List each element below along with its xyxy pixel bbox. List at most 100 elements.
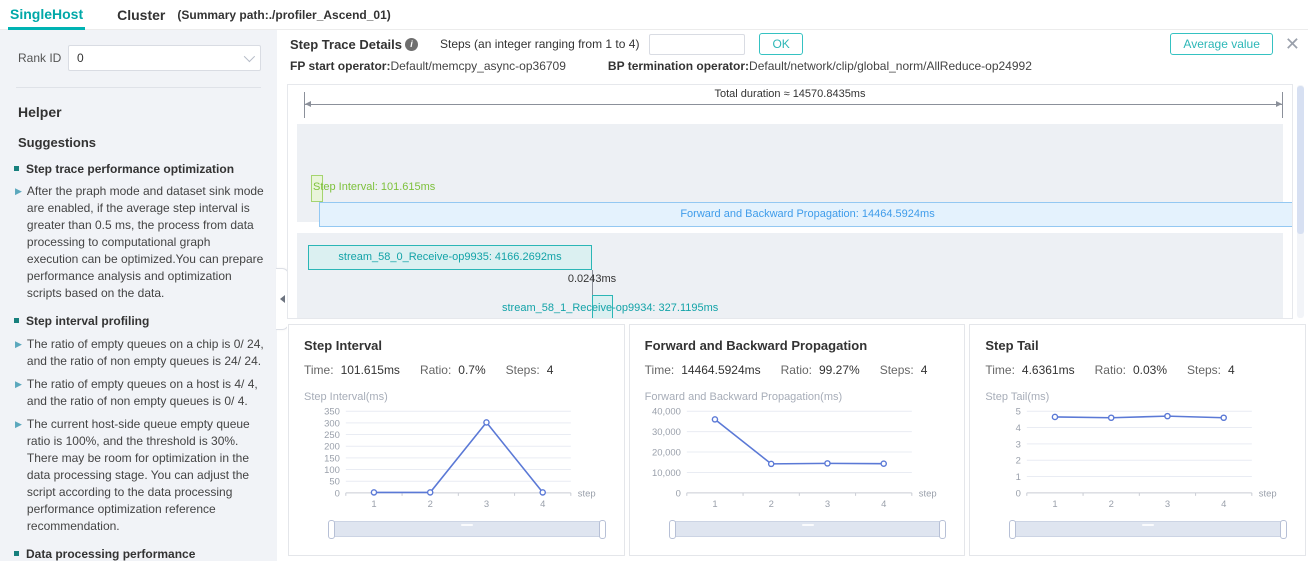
card-title: Step Interval bbox=[304, 338, 609, 353]
datazoom-slider[interactable] bbox=[331, 521, 603, 537]
steps-label: Steps: bbox=[1187, 363, 1221, 377]
svg-text:0: 0 bbox=[675, 488, 680, 499]
svg-text:2: 2 bbox=[428, 499, 433, 510]
sidebar-divider bbox=[16, 87, 261, 88]
ratio-label: Ratio: bbox=[1095, 363, 1126, 377]
collapse-left-arrow-icon bbox=[280, 295, 285, 303]
svg-text:1: 1 bbox=[1053, 499, 1058, 510]
svg-text:0: 0 bbox=[335, 488, 340, 499]
average-value-button[interactable]: Average value bbox=[1170, 33, 1273, 55]
info-icon[interactable]: i bbox=[405, 38, 418, 51]
svg-text:40,000: 40,000 bbox=[652, 407, 681, 418]
helper-title: Helper bbox=[18, 104, 259, 120]
tab-cluster[interactable]: Cluster bbox=[117, 7, 165, 23]
svg-text:300: 300 bbox=[324, 418, 340, 429]
step-interval-card: Step Interval Time:101.615ms Ratio:0.7% … bbox=[288, 324, 625, 556]
top-tab-bar: SingleHost Cluster (Summary path:./profi… bbox=[0, 0, 1308, 30]
page-title: Step Trace Details bbox=[290, 37, 402, 52]
ratio-label: Ratio: bbox=[420, 363, 451, 377]
suggestions-title: Suggestions bbox=[18, 135, 259, 150]
svg-text:200: 200 bbox=[324, 442, 340, 453]
steps-label: Steps: bbox=[880, 363, 914, 377]
steps-value: 4 bbox=[547, 363, 554, 377]
gap-duration-label: 0.0243ms bbox=[546, 273, 638, 285]
suggestion-item: ▶After the praph mode and dataset sink m… bbox=[14, 183, 265, 302]
datazoom-slider[interactable] bbox=[672, 521, 944, 537]
ratio-label: Ratio: bbox=[781, 363, 812, 377]
rank-id-row: Rank ID 0 bbox=[18, 45, 261, 71]
suggestion-section-title: Step trace performance optimization bbox=[26, 161, 234, 177]
suggestion-item: ▶The current host-side queue empty queue… bbox=[14, 416, 265, 535]
svg-text:5: 5 bbox=[1016, 407, 1021, 418]
arrow-right-icon bbox=[1276, 101, 1282, 107]
time-label: Time: bbox=[304, 363, 334, 377]
svg-text:0: 0 bbox=[1016, 488, 1021, 499]
steps-value: 4 bbox=[921, 363, 928, 377]
stream-receive-op9934-label: stream_58_1_Receive-op9934: 327.1195ms bbox=[502, 302, 702, 314]
rank-id-select[interactable]: 0 bbox=[68, 45, 261, 71]
step-interval-segment-label: Step Interval: 101.615ms bbox=[313, 181, 435, 193]
square-bullet-icon bbox=[14, 318, 19, 323]
time-value: 101.615ms bbox=[341, 363, 400, 377]
svg-text:50: 50 bbox=[329, 477, 340, 488]
datazoom-right-handle[interactable] bbox=[1280, 520, 1287, 539]
svg-text:3: 3 bbox=[1016, 439, 1021, 450]
timeline-scrollbar[interactable] bbox=[1297, 85, 1304, 318]
svg-text:4: 4 bbox=[540, 499, 545, 510]
card-stats: Time:101.615ms Ratio:0.7% Steps:4 bbox=[304, 363, 609, 377]
tab-singlehost[interactable]: SingleHost bbox=[10, 0, 83, 30]
suggestion-section-title: Step interval profiling bbox=[26, 313, 149, 329]
operator-info-row: FP start operator:Default/memcpy_async-o… bbox=[290, 59, 1032, 75]
datazoom-left-handle[interactable] bbox=[669, 520, 676, 539]
suggestion-item: ▶The ratio of empty queues on a host is … bbox=[14, 376, 265, 410]
timeline-scrollbar-thumb[interactable] bbox=[1297, 86, 1304, 234]
bp-termination-operator-value: Default/network/clip/global_norm/AllRedu… bbox=[749, 59, 1032, 73]
datazoom-left-handle[interactable] bbox=[328, 520, 335, 539]
datazoom-slider[interactable] bbox=[1012, 521, 1284, 537]
steps-input[interactable] bbox=[649, 34, 745, 55]
step-tail-card: Step Tail Time:4.6361ms Ratio:0.03% Step… bbox=[969, 324, 1306, 556]
datazoom-grip bbox=[1142, 524, 1154, 526]
svg-text:1: 1 bbox=[712, 499, 717, 510]
fbp-chart: 010,00020,00030,00040,0001234step bbox=[645, 405, 950, 521]
steps-label: Steps: bbox=[506, 363, 540, 377]
datazoom-left-handle[interactable] bbox=[1009, 520, 1016, 539]
svg-text:step: step bbox=[918, 488, 936, 499]
datazoom-right-handle[interactable] bbox=[939, 520, 946, 539]
step-trace-timeline: Total duration ≈ 14570.8435ms Step Inter… bbox=[287, 84, 1293, 319]
ok-button[interactable]: OK bbox=[759, 33, 802, 55]
svg-text:3: 3 bbox=[484, 499, 489, 510]
steps-value: 4 bbox=[1228, 363, 1235, 377]
triangle-marker-icon: ▶ bbox=[15, 418, 22, 535]
time-label: Time: bbox=[985, 363, 1015, 377]
time-label: Time: bbox=[645, 363, 675, 377]
chevron-down-icon bbox=[244, 51, 255, 62]
total-duration-line bbox=[305, 104, 1282, 105]
datazoom-grip bbox=[802, 524, 814, 526]
steps-range-label: Steps (an integer ranging from 1 to 4) bbox=[440, 37, 639, 51]
suggestion-section: Step trace performance optimization ▶Aft… bbox=[14, 161, 265, 302]
tab-singlehost-label: SingleHost bbox=[10, 6, 83, 22]
time-value: 4.6361ms bbox=[1022, 363, 1075, 377]
svg-text:30,000: 30,000 bbox=[652, 427, 681, 438]
svg-text:20,000: 20,000 bbox=[652, 448, 681, 459]
svg-text:4: 4 bbox=[1221, 499, 1226, 510]
ratio-value: 0.03% bbox=[1133, 363, 1167, 377]
card-title: Forward and Backward Propagation bbox=[645, 338, 950, 353]
svg-text:1: 1 bbox=[1016, 472, 1021, 483]
card-stats: Time:14464.5924ms Ratio:99.27% Steps:4 bbox=[645, 363, 950, 377]
trace-toolbar: Step Trace Details i Steps (an integer r… bbox=[290, 32, 1308, 56]
datazoom-right-handle[interactable] bbox=[599, 520, 606, 539]
summary-path: (Summary path:./profiler_Ascend_01) bbox=[177, 8, 390, 22]
timeline-track-1: Step Interval: 101.615ms Forward and Bac… bbox=[297, 124, 1283, 222]
svg-text:1: 1 bbox=[371, 499, 376, 510]
fp-start-operator-label: FP start operator: bbox=[290, 59, 390, 73]
svg-text:10,000: 10,000 bbox=[652, 468, 681, 479]
svg-text:100: 100 bbox=[324, 465, 340, 476]
step-trace-main: Step Trace Details i Steps (an integer r… bbox=[287, 30, 1308, 561]
close-icon[interactable]: ✕ bbox=[1285, 35, 1300, 53]
svg-text:3: 3 bbox=[1165, 499, 1170, 510]
svg-text:2: 2 bbox=[1109, 499, 1114, 510]
triangle-marker-icon: ▶ bbox=[15, 378, 22, 410]
svg-text:step: step bbox=[578, 488, 596, 499]
